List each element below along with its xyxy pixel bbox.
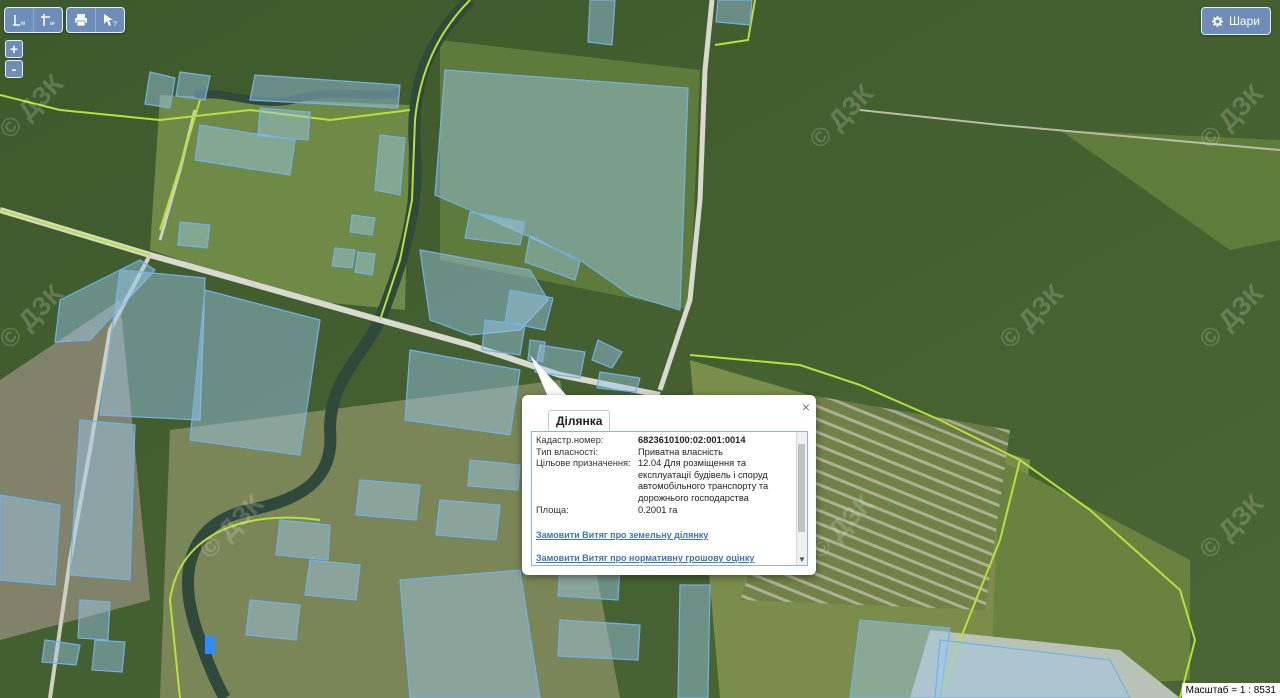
identify-button[interactable]: ?: [96, 8, 124, 32]
parcel[interactable]: [349, 214, 376, 236]
print-tools: ?: [66, 7, 125, 33]
parcel[interactable]: [849, 619, 951, 698]
popup-panel: Кадастр.номер: 6823610100:02:001:0014 Ти…: [531, 431, 808, 566]
svg-text:?: ?: [113, 21, 117, 27]
area-ruler-icon: м²: [41, 14, 55, 27]
parcel[interactable]: [304, 559, 361, 601]
parcel[interactable]: [527, 339, 546, 363]
print-button[interactable]: [67, 8, 96, 32]
parcel[interactable]: [77, 599, 111, 641]
popup-scrollbar[interactable]: ▼: [796, 432, 807, 565]
scroll-down-icon[interactable]: ▼: [797, 554, 807, 565]
parcel[interactable]: [69, 419, 136, 581]
area-row: Площа: 0.2001 га: [536, 505, 792, 517]
parcel[interactable]: [144, 71, 176, 109]
printer-icon: [75, 14, 87, 27]
parcel[interactable]: [354, 251, 376, 276]
parcel[interactable]: [189, 289, 321, 456]
layers-button[interactable]: Шари: [1200, 7, 1271, 35]
parcel[interactable]: [467, 459, 521, 491]
parcel[interactable]: [245, 599, 301, 641]
zoom-controls: + -: [5, 40, 23, 78]
gear-icon: [1211, 15, 1223, 27]
svg-text:м²: м²: [50, 21, 55, 27]
parcel[interactable]: [177, 221, 211, 249]
parcel[interactable]: [257, 107, 311, 141]
tab-parcel[interactable]: Ділянка: [548, 410, 611, 432]
parcel[interactable]: [399, 569, 541, 698]
zoom-out-button[interactable]: -: [5, 60, 23, 78]
ruler-icon: м: [13, 15, 25, 27]
parcel[interactable]: [275, 519, 331, 561]
scrollbar-thumb[interactable]: [798, 444, 805, 532]
parcel[interactable]: [91, 639, 126, 673]
parcel[interactable]: [715, 0, 753, 26]
map-canvas[interactable]: © ДЗК © ДЗК © ДЗК © ДЗК © ДЗК © ДЗК © ДЗ…: [0, 0, 1280, 698]
popup-tabs: Ділянка: [548, 410, 611, 432]
parcel[interactable]: [677, 584, 711, 698]
measure-distance-button[interactable]: м: [5, 8, 34, 32]
field-value: Приватна власність: [638, 446, 723, 457]
parcel[interactable]: [374, 134, 406, 196]
parcel[interactable]: [587, 0, 616, 46]
order-valuation-link[interactable]: Замовити Витяг про нормативну грошову оц…: [536, 553, 792, 563]
parcel[interactable]: [435, 499, 501, 541]
purpose-row: Цільове призначення: 12.04 Для розміщенн…: [536, 458, 792, 504]
field-label: Кадастр.номер:: [536, 435, 604, 445]
parcel[interactable]: [41, 639, 81, 666]
layers-button-label: Шари: [1228, 14, 1260, 28]
field-label: Цільове призначення:: [536, 458, 631, 469]
field-value: 12.04 Для розміщення та експлуатації буд…: [638, 458, 769, 503]
order-extract-link[interactable]: Замовити Витяг про земельну ділянку: [536, 530, 792, 540]
parcel[interactable]: [0, 494, 61, 586]
parcel[interactable]: [331, 247, 356, 269]
close-icon[interactable]: ×: [802, 399, 810, 415]
cadastral-number-row: Кадастр.номер: 6823610100:02:001:0014: [536, 435, 792, 447]
parcel-info-popup: × Ділянка Кадастр.номер: 6823610100:02:0…: [522, 395, 816, 575]
zoom-in-button[interactable]: +: [5, 40, 23, 58]
svg-text:м: м: [21, 21, 25, 27]
cursor-question-icon: ?: [104, 14, 117, 27]
map-toolbar: м м² ?: [4, 7, 125, 33]
measure-tools: м м²: [4, 7, 63, 33]
measure-area-button[interactable]: м²: [34, 8, 62, 32]
field-label: Тип власності:: [536, 446, 598, 457]
parcel-highlight: [205, 636, 215, 654]
parcel[interactable]: [355, 479, 421, 521]
parcel-details: Кадастр.номер: 6823610100:02:001:0014 Ти…: [536, 435, 792, 563]
field-value: 6823610100:02:001:0014: [638, 435, 746, 445]
ownership-row: Тип власності: Приватна власність: [536, 447, 792, 459]
parcel[interactable]: [557, 619, 641, 661]
field-label: Площа:: [536, 504, 569, 515]
map-scale: Масштаб = 1 : 8531: [1181, 683, 1280, 698]
field-value: 0.2001 га: [638, 504, 678, 515]
parcel[interactable]: [175, 71, 211, 101]
